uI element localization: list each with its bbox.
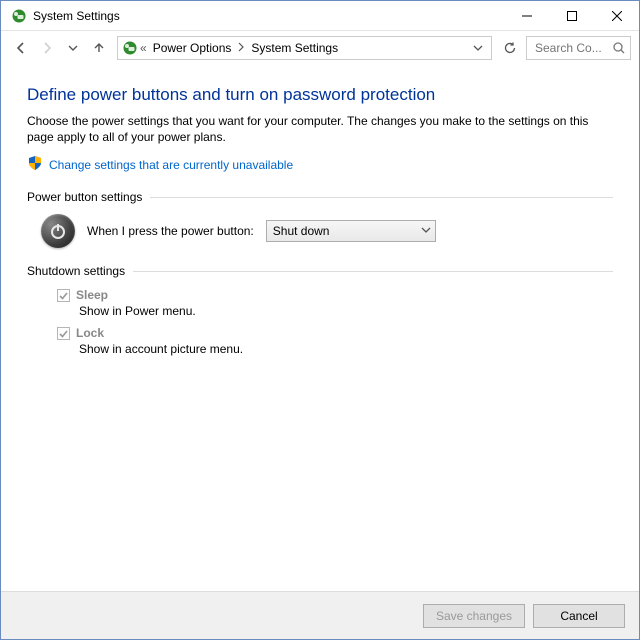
select-value: Shut down xyxy=(273,224,421,238)
maximize-button[interactable] xyxy=(549,1,594,31)
page-description: Choose the power settings that you want … xyxy=(27,113,613,145)
window-title: System Settings xyxy=(33,9,120,23)
checkbox-lock: Lock xyxy=(57,326,613,340)
save-changes-button[interactable]: Save changes xyxy=(423,604,525,628)
search-input[interactable] xyxy=(526,36,631,60)
breadcrumb-item-power-options[interactable]: Power Options xyxy=(149,41,236,55)
checkbox-icon xyxy=(57,289,70,302)
page-heading: Define power buttons and turn on passwor… xyxy=(27,85,613,105)
change-settings-link[interactable]: Change settings that are currently unava… xyxy=(49,158,293,172)
checkbox-sleep: Sleep xyxy=(57,288,613,302)
group-label: Power button settings xyxy=(27,190,142,204)
power-button-label: When I press the power button: xyxy=(87,224,254,238)
checkbox-sleep-desc: Show in Power menu. xyxy=(79,304,613,318)
breadcrumb-item-system-settings[interactable]: System Settings xyxy=(247,41,342,55)
content: Define power buttons and turn on passwor… xyxy=(1,67,639,591)
cancel-button[interactable]: Cancel xyxy=(533,604,625,628)
breadcrumb-root-icon xyxy=(122,40,138,56)
forward-button[interactable] xyxy=(35,36,59,60)
minimize-button[interactable] xyxy=(504,1,549,31)
group-shutdown-settings: Shutdown settings xyxy=(27,264,613,278)
divider xyxy=(133,271,613,272)
checkbox-label: Sleep xyxy=(76,288,108,302)
close-button[interactable] xyxy=(594,1,639,31)
search-input-field[interactable] xyxy=(533,40,624,56)
navbar: « Power Options System Settings xyxy=(1,31,639,65)
titlebar: System Settings xyxy=(1,1,639,31)
back-button[interactable] xyxy=(9,36,33,60)
shield-icon xyxy=(27,155,43,174)
search-icon xyxy=(612,41,626,58)
divider xyxy=(150,197,613,198)
breadcrumb-sep-icon: « xyxy=(138,41,149,55)
footer: Save changes Cancel xyxy=(1,591,639,639)
checkbox-icon xyxy=(57,327,70,340)
breadcrumb[interactable]: « Power Options System Settings xyxy=(117,36,492,60)
group-label: Shutdown settings xyxy=(27,264,125,278)
checkbox-label: Lock xyxy=(76,326,104,340)
refresh-button[interactable] xyxy=(498,36,522,60)
breadcrumb-dropdown-button[interactable] xyxy=(469,36,487,60)
checkbox-lock-desc: Show in account picture menu. xyxy=(79,342,613,356)
power-button-action-select[interactable]: Shut down xyxy=(266,220,436,242)
power-icon xyxy=(41,214,75,248)
chevron-down-icon xyxy=(421,224,431,238)
recent-locations-button[interactable] xyxy=(61,36,85,60)
up-button[interactable] xyxy=(87,36,111,60)
group-power-button-settings: Power button settings xyxy=(27,190,613,204)
app-icon xyxy=(11,8,27,24)
chevron-right-icon[interactable] xyxy=(235,41,247,55)
